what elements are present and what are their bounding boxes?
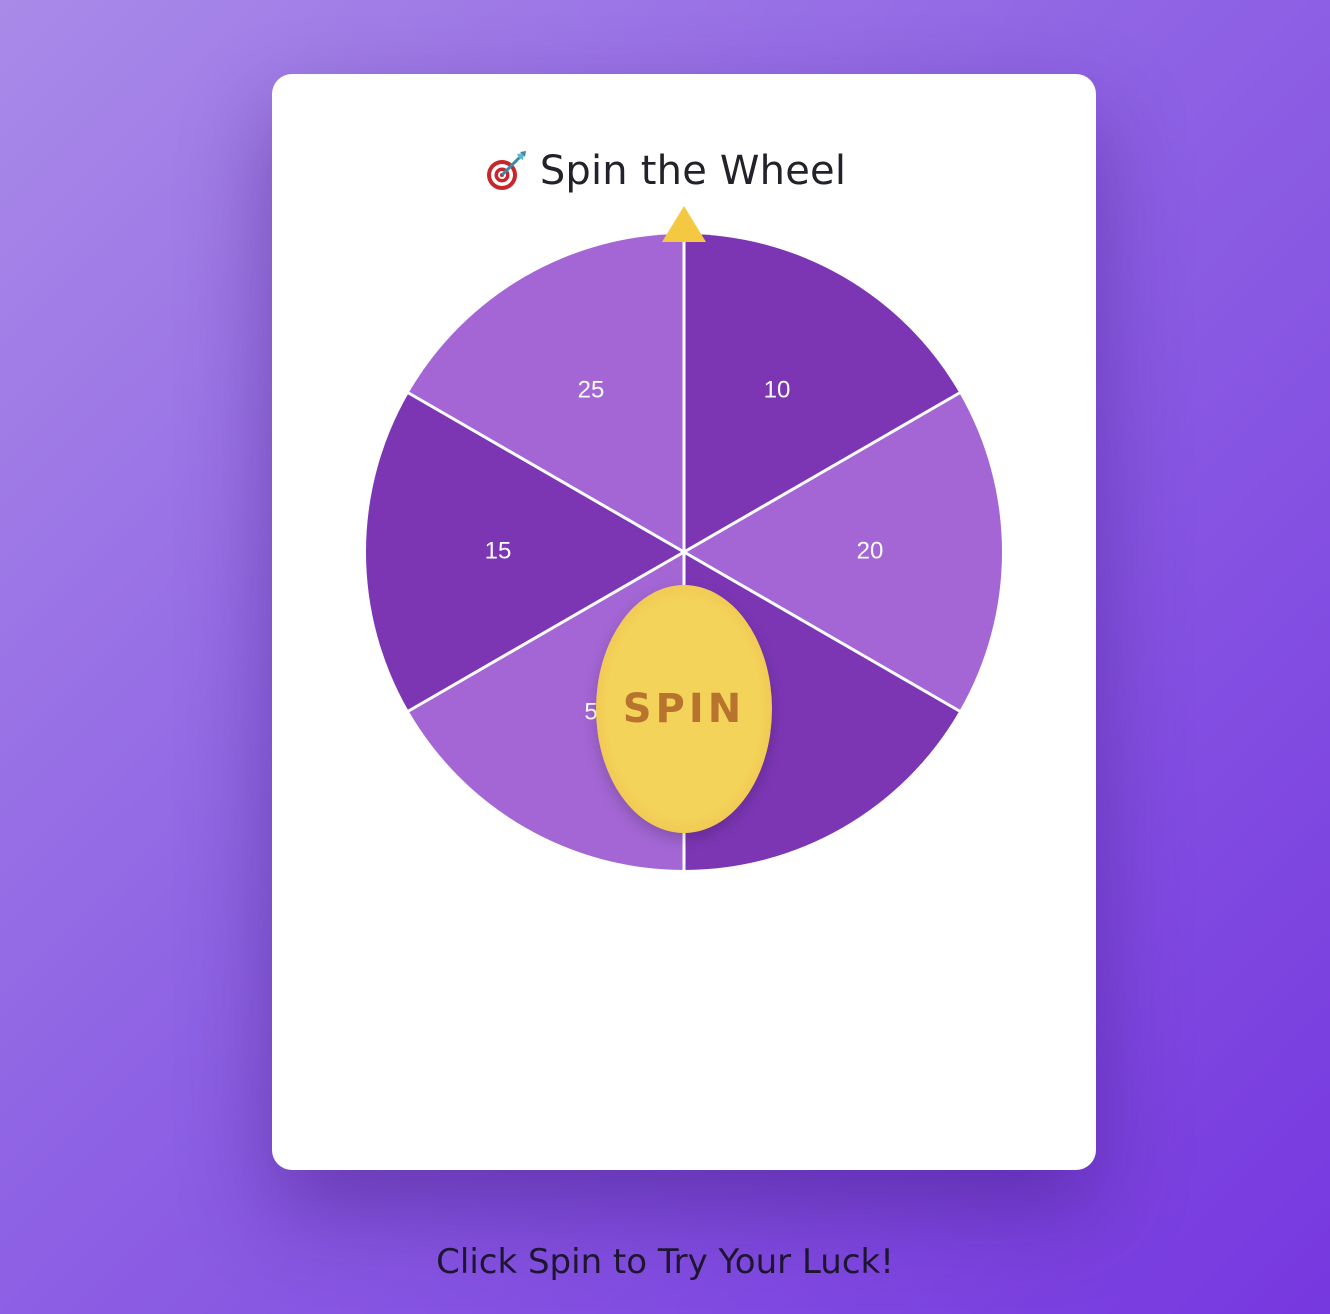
wheel-segment-label: 25	[578, 376, 605, 403]
dart-target-icon	[486, 151, 526, 190]
wheel-segment-label: 10	[764, 376, 791, 403]
wheel-pointer	[662, 206, 706, 242]
wheel-segment-label: 20	[857, 537, 884, 564]
wheel-segment-label: 15	[485, 537, 512, 564]
status-message: Click Spin to Try Your Luck!	[436, 1242, 894, 1282]
page-title: Spin the Wheel	[539, 148, 847, 194]
spin-button[interactable]: SPIN	[596, 585, 772, 833]
header: Spin the Wheel	[0, 141, 1330, 201]
spin-button-label: SPIN	[622, 686, 746, 732]
